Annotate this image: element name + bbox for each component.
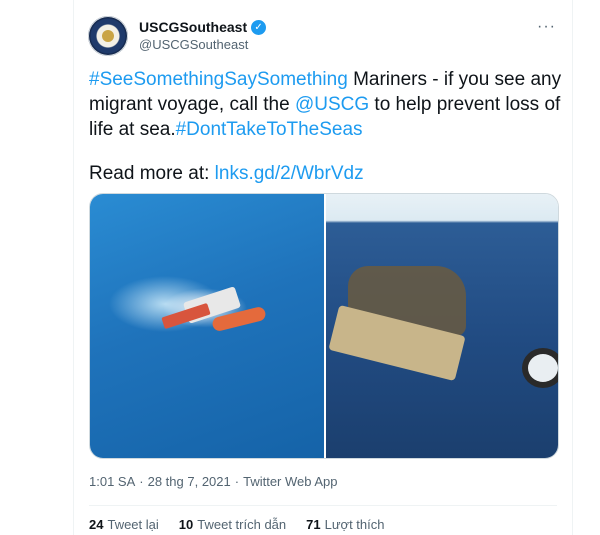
verified-badge-icon: ✓	[251, 19, 267, 35]
hashtag-see-something[interactable]: #SeeSomethingSaySomething	[89, 69, 348, 90]
quotes-stat[interactable]: 10 Tweet trích dẫn	[179, 517, 286, 532]
tweet-card: USCGSoutheast ✓ @USCGSoutheast ··· #SeeS…	[73, 0, 573, 535]
more-options-icon[interactable]: ···	[537, 18, 556, 36]
stats-divider	[89, 505, 557, 506]
tweet-media	[89, 193, 559, 459]
meta-separator: ·	[139, 474, 144, 489]
tweet-source[interactable]: Twitter Web App	[243, 474, 337, 489]
read-more-link[interactable]: lnks.gd/2/WbrVdz	[215, 163, 364, 184]
author-name[interactable]: USCGSoutheast	[139, 19, 247, 35]
likes-label: Lượt thích	[324, 517, 385, 532]
tweet-meta: 1:01 SA · 28 thg 7, 2021 · Twitter Web A…	[89, 474, 338, 489]
tweet-date[interactable]: 28 thg 7, 2021	[148, 474, 231, 489]
retweets-stat[interactable]: 24 Tweet lại	[89, 517, 159, 532]
hashtag-dont-take-to-seas[interactable]: #DontTakeToTheSeas	[176, 119, 363, 140]
likes-stat[interactable]: 71 Lượt thích	[306, 517, 384, 532]
author-handle[interactable]: @USCGSoutheast	[139, 37, 248, 52]
migrants-on-raft-photo[interactable]	[326, 194, 558, 458]
retweets-label: Tweet lại	[107, 517, 159, 532]
meta-separator-2: ·	[234, 474, 240, 489]
read-more-label: Read more at:	[89, 163, 215, 184]
tweet-header: USCGSoutheast ✓ @USCGSoutheast ···	[88, 16, 558, 56]
retweets-count: 24	[89, 517, 104, 532]
quotes-count: 10	[178, 517, 194, 532]
uscg-seal-avatar[interactable]	[88, 16, 128, 56]
inner-tube	[522, 348, 558, 388]
quotes-label: Tweet trích dẫn	[197, 517, 287, 532]
tweet-text: #SeeSomethingSaySomething Mariners - if …	[89, 67, 564, 142]
likes-count: 71	[306, 517, 321, 532]
tweet-time[interactable]: 1:01 SA	[89, 474, 135, 489]
boats-at-sea-photo[interactable]	[90, 194, 324, 458]
author-name-row[interactable]: USCGSoutheast ✓	[139, 19, 267, 35]
tweet-stats: 24 Tweet lại 10 Tweet trích dẫn 71 Lượt thí…	[89, 517, 384, 532]
read-more-line: Read more at: lnks.gd/2/WbrVdz	[89, 161, 364, 186]
mention-uscg[interactable]: @USCG	[295, 94, 369, 115]
